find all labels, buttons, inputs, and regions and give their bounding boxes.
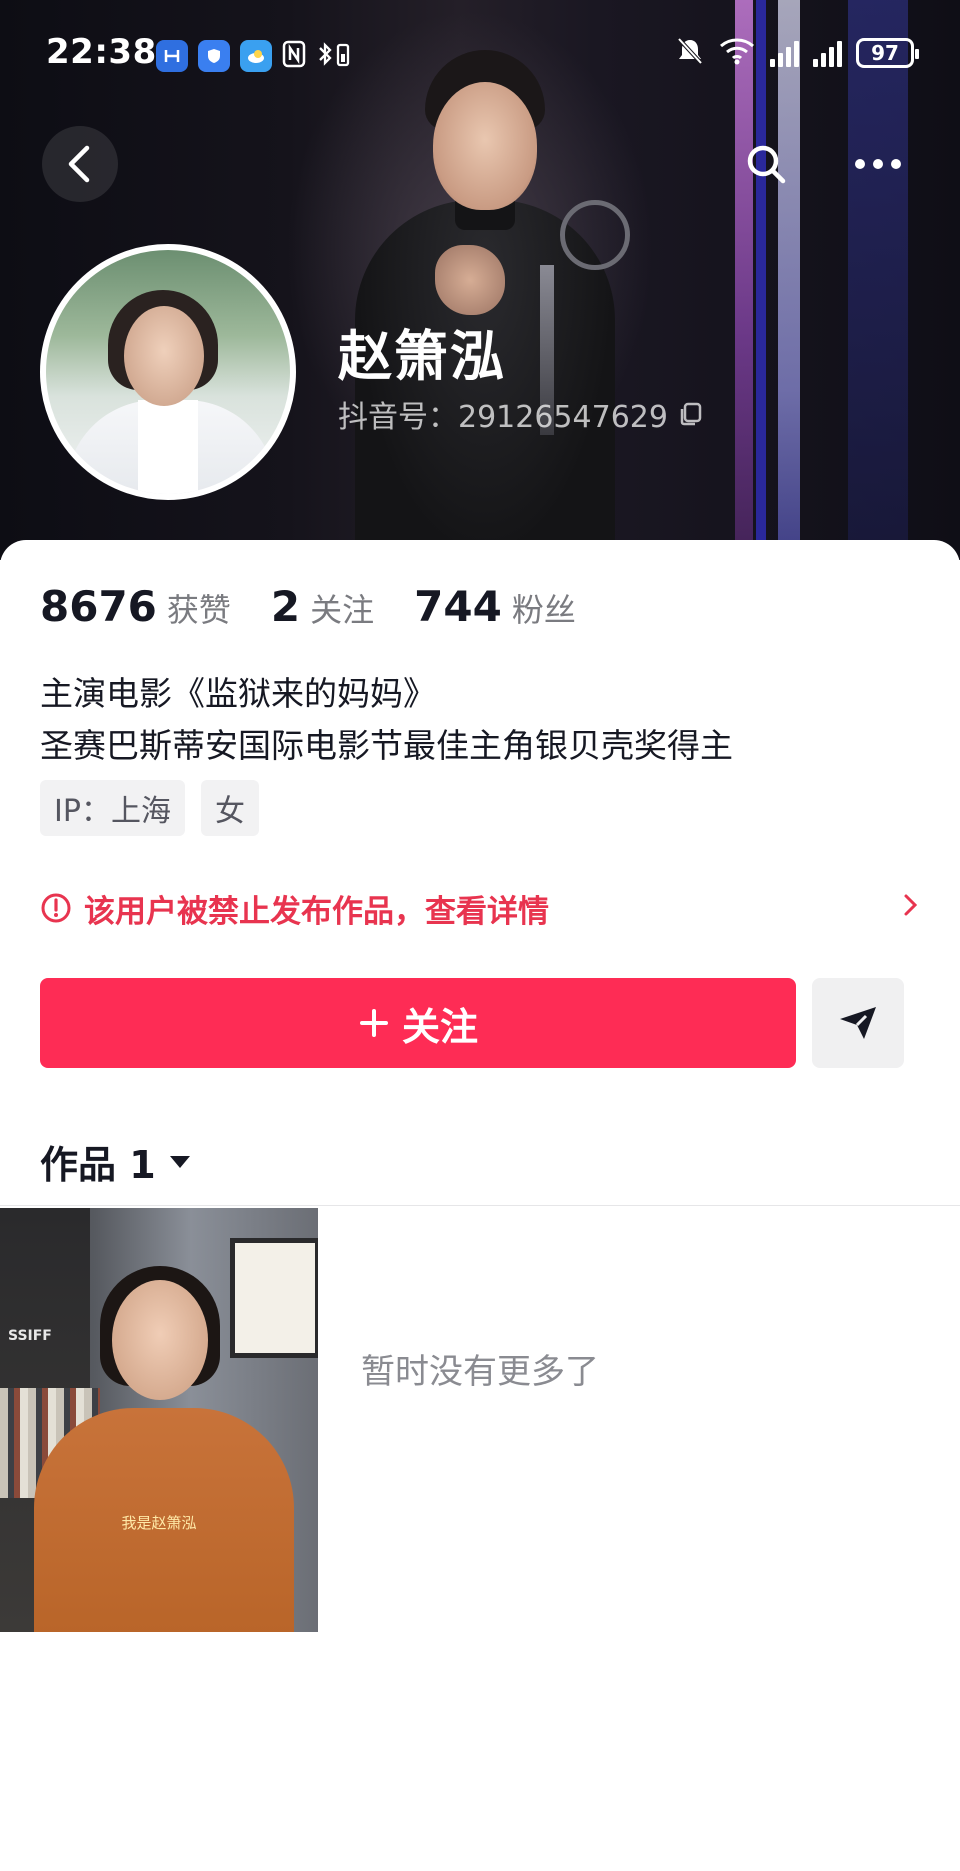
nfc-icon bbox=[282, 40, 306, 76]
stat-following-label: 关注 bbox=[310, 591, 375, 629]
bio-line-1: 主演电影《监狱来的妈妈》 bbox=[40, 674, 436, 713]
works-divider bbox=[0, 1205, 960, 1206]
back-button[interactable] bbox=[42, 126, 118, 202]
ban-notice[interactable]: 该用户被禁止发布作品，查看详情 bbox=[40, 878, 920, 938]
thumb-festival-sign: SSIFF bbox=[8, 1328, 52, 1344]
video-caption: 我是赵箫泓 bbox=[121, 1514, 197, 1532]
douyin-id-text: 抖音号：29126547629 bbox=[338, 400, 668, 435]
signal-strength-icon-2 bbox=[813, 39, 842, 67]
works-tab-label: 作品 1 bbox=[40, 1143, 156, 1187]
profile-stats: 8676 获赞 2 关注 744 粉丝 bbox=[40, 582, 576, 631]
stat-following-count: 2 bbox=[270, 582, 301, 631]
status-time: 22:38 bbox=[46, 32, 157, 72]
signal-strength-icon bbox=[770, 39, 799, 67]
ban-notice-text: 该用户被禁止发布作品，查看详情 bbox=[84, 893, 549, 930]
thumb-certificate-frame bbox=[230, 1238, 318, 1358]
profile-sheet: 8676 获赞 2 关注 744 粉丝 主演电影《监狱来的妈妈》 圣赛巴斯蒂安国… bbox=[0, 540, 960, 1871]
status-right-icons: 97 bbox=[676, 36, 919, 70]
stat-followers[interactable]: 744 粉丝 bbox=[414, 582, 576, 631]
ip-location-tag: IP：上海 bbox=[40, 780, 185, 836]
battery-icon: 97 bbox=[856, 38, 919, 68]
more-dots-icon bbox=[855, 159, 901, 169]
status-bar: 22:38 97 bbox=[0, 0, 960, 110]
follow-button-label: 关注 bbox=[401, 1004, 478, 1049]
send-arrow-icon bbox=[840, 1007, 876, 1039]
wifi-icon bbox=[718, 36, 756, 70]
battery-level: 97 bbox=[871, 41, 899, 65]
gender-tag: 女 bbox=[200, 780, 259, 836]
profile-tags: IP：上海 女 bbox=[40, 780, 259, 836]
caret-down-icon bbox=[169, 1155, 190, 1168]
plus-icon bbox=[359, 1009, 388, 1037]
chevron-left-icon bbox=[68, 145, 90, 183]
stat-likes[interactable]: 8676 获赞 bbox=[40, 582, 231, 631]
follow-button[interactable]: 关注 bbox=[40, 978, 796, 1068]
warning-circle-icon bbox=[41, 893, 71, 923]
profile-name: 赵箫泓 bbox=[338, 325, 506, 388]
works-tab[interactable]: 作品 1 bbox=[40, 1134, 192, 1189]
profile-bio: 主演电影《监狱来的妈妈》 圣赛巴斯蒂安国际电影节最佳主角银贝壳奖得主 bbox=[40, 668, 733, 772]
avatar[interactable] bbox=[40, 244, 296, 500]
stat-likes-count: 8676 bbox=[40, 582, 157, 631]
bio-line-2: 圣赛巴斯蒂安国际电影节最佳主角银贝壳奖得主 bbox=[40, 726, 733, 765]
shield-app-icon bbox=[198, 40, 230, 72]
no-more-content-text: 暂时没有更多了 bbox=[361, 1352, 599, 1392]
app-notification-icon bbox=[156, 40, 188, 72]
chevron-right-icon bbox=[904, 894, 918, 916]
stat-following[interactable]: 2 关注 bbox=[271, 582, 374, 631]
bluetooth-battery-icon bbox=[316, 40, 352, 76]
share-button[interactable] bbox=[812, 978, 904, 1068]
copy-icon[interactable] bbox=[678, 401, 704, 427]
douyin-id[interactable]: 抖音号：29126547629 bbox=[338, 392, 704, 436]
stat-likes-label: 获赞 bbox=[166, 591, 231, 629]
search-button[interactable] bbox=[728, 126, 804, 202]
search-icon bbox=[747, 145, 786, 184]
cloud-app-icon bbox=[240, 40, 272, 72]
video-thumbnail[interactable]: SSIFF 我是赵箫泓 bbox=[0, 1208, 318, 1632]
stat-followers-label: 粉丝 bbox=[511, 591, 576, 629]
more-options-button[interactable] bbox=[840, 126, 916, 202]
mute-bell-icon bbox=[676, 36, 704, 70]
stat-followers-count: 744 bbox=[414, 582, 502, 631]
status-app-icons bbox=[156, 40, 352, 76]
trophy-shape bbox=[560, 200, 630, 270]
